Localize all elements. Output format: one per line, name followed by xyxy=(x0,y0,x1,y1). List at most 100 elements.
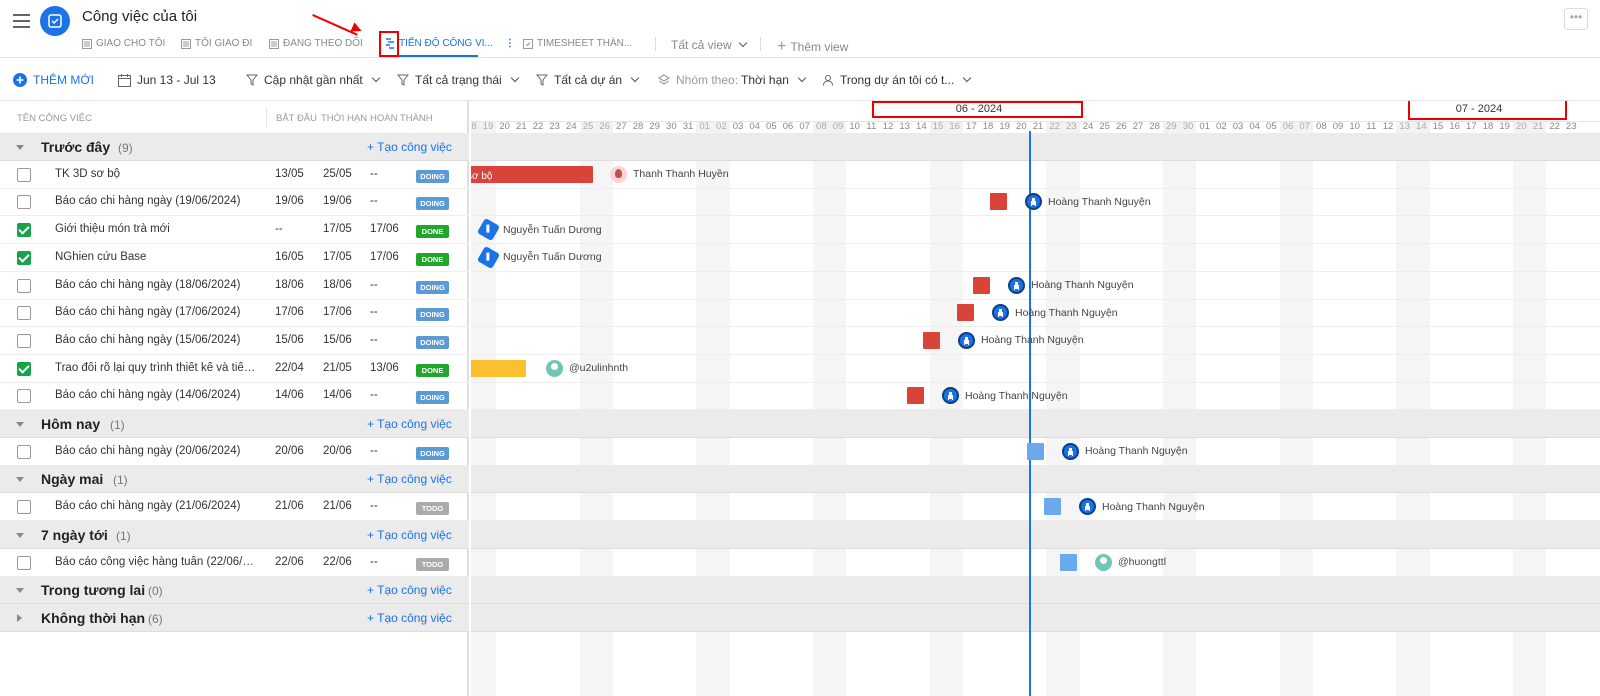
task-checkbox[interactable] xyxy=(17,389,31,404)
chevron-down-icon[interactable] xyxy=(16,532,24,538)
tab-tien-do-cong-viec[interactable]: Tiến độ công vi... ⋮ xyxy=(385,38,515,49)
chevron-right-icon[interactable] xyxy=(17,613,22,622)
chevron-down-icon[interactable] xyxy=(16,588,24,594)
hamburger-menu-icon[interactable] xyxy=(13,14,30,28)
task-row[interactable]: Báo cáo chi hàng ngày (21/06/2024) 21/06 2… xyxy=(0,493,469,522)
avatar-icon xyxy=(1062,442,1079,460)
gantt-assignee[interactable]: Hoàng Thanh Nguyện xyxy=(1062,442,1188,460)
gantt-task-bar[interactable] xyxy=(990,193,1007,211)
create-task-link[interactable]: + Tạo công việc xyxy=(367,528,452,542)
task-name[interactable]: Báo cáo chi hàng ngày (14/06/2024) xyxy=(55,389,257,401)
task-row[interactable]: NGhien cứu Base 16/05 17/05 17/06 DONE xyxy=(0,244,469,272)
gantt-assignee[interactable]: Hoàng Thanh Nguyện xyxy=(1008,276,1134,294)
task-name[interactable]: Báo cáo công việc hàng tuần (22/06/2... xyxy=(55,556,257,568)
day-label: 27 xyxy=(616,121,627,132)
task-checkbox[interactable] xyxy=(17,306,31,321)
task-name[interactable]: Báo cáo chi hàng ngày (17/06/2024) xyxy=(55,306,257,318)
task-checkbox[interactable] xyxy=(17,250,31,265)
task-row[interactable]: Giới thiệu món trà mới -- 17/05 17/06 DONE xyxy=(0,216,469,245)
gantt-task-bar[interactable] xyxy=(1044,498,1061,516)
gantt-task-bar[interactable] xyxy=(907,387,924,405)
task-start-date: 19/06 xyxy=(275,195,304,208)
gantt-task-bar[interactable] xyxy=(1060,553,1077,571)
create-task-link[interactable]: + Tạo công việc xyxy=(367,417,452,431)
task-checkbox[interactable] xyxy=(17,195,31,210)
task-name[interactable]: TK 3D sơ bộ xyxy=(55,168,257,180)
assignee-name: Hoàng Thanh Nguyện xyxy=(1015,306,1118,319)
more-options-button[interactable]: ••• xyxy=(1564,8,1588,30)
task-row[interactable]: Báo cáo chi hàng ngày (20/06/2024) 20/06 2… xyxy=(0,438,469,466)
add-view-button[interactable]: + Thêm view xyxy=(777,38,848,56)
gantt-task-bar[interactable] xyxy=(973,276,990,294)
task-row[interactable]: Báo cáo chi hàng ngày (14/06/2024) 14/06 1… xyxy=(0,382,469,411)
task-checkbox[interactable] xyxy=(17,278,31,293)
task-name[interactable]: Báo cáo chi hàng ngày (21/06/2024) xyxy=(55,500,257,512)
group-by-dropdown[interactable]: Nhóm theo: Thời hạn xyxy=(658,73,807,87)
gantt-assignee[interactable]: Hoàng Thanh Nguyện xyxy=(1025,193,1151,211)
gantt-assignee[interactable]: @huongttl xyxy=(1095,553,1166,571)
gantt-assignee[interactable]: Hoàng Thanh Nguyện xyxy=(942,387,1068,405)
toolbar: THÊM MỚI Jun 13 - Jul 13 Cập nhật gần nh… xyxy=(0,58,1600,101)
task-name[interactable]: Báo cáo chi hàng ngày (20/06/2024) xyxy=(55,445,257,457)
chevron-down-icon[interactable] xyxy=(16,422,24,427)
task-name[interactable]: Báo cáo chi hàng ngày (15/06/2024) xyxy=(55,334,257,346)
task-row[interactable]: Báo cáo công việc hàng tuần (22/06/2... 2… xyxy=(0,549,469,577)
gantt-task-bar[interactable] xyxy=(471,359,526,377)
date-range-picker[interactable]: Jun 13 - Jul 13 xyxy=(118,73,216,87)
project-filter-dropdown[interactable]: Tất cả dự án xyxy=(536,73,640,87)
tab-giao-cho-toi[interactable]: Giao cho tôi xyxy=(82,38,165,49)
gantt-assignee[interactable]: Hoàng Thanh Nguyện xyxy=(958,331,1084,349)
task-checkbox[interactable] xyxy=(17,167,31,182)
chevron-down-icon[interactable] xyxy=(16,145,24,150)
task-checkbox[interactable] xyxy=(17,361,31,376)
gantt-assignee[interactable]: Thanh Thanh Huyền xyxy=(610,165,729,183)
task-checkbox[interactable] xyxy=(17,500,31,515)
create-task-link[interactable]: + Tạo công việc xyxy=(367,472,452,486)
gantt-task-bar[interactable] xyxy=(957,304,974,322)
task-name[interactable]: Giới thiệu món trà mới xyxy=(55,223,257,235)
tab-timesheet[interactable]: Timesheet thàn... xyxy=(523,38,632,49)
day-label: 09 xyxy=(1332,121,1344,132)
task-row[interactable]: Báo cáo chi hàng ngày (15/06/2024) 15/06 1… xyxy=(0,327,469,355)
task-row[interactable]: Báo cáo chi hàng ngày (19/06/2024) 19/06 1… xyxy=(0,188,469,217)
gantt-task-bar[interactable]: sơ bộ xyxy=(471,165,593,183)
create-task-link[interactable]: + Tạo công việc xyxy=(367,140,452,154)
task-row[interactable]: TK 3D sơ bộ 13/05 25/05 -- DOING xyxy=(0,161,469,189)
list-icon xyxy=(181,38,191,49)
chevron-down-icon xyxy=(738,38,747,48)
task-start-date: 20/06 xyxy=(275,444,304,457)
task-checkbox[interactable] xyxy=(17,444,31,459)
group-row: Ngày mai (1) + Tạo công việc xyxy=(0,465,469,494)
task-row[interactable]: Báo cáo chi hàng ngày (18/06/2024) 18/06 1… xyxy=(0,272,469,300)
day-label: 20 xyxy=(499,121,510,132)
task-checkbox[interactable] xyxy=(17,555,31,570)
task-name[interactable]: Báo cáo chi hàng ngày (19/06/2024) xyxy=(55,195,257,207)
chevron-down-icon[interactable] xyxy=(16,477,24,483)
tab-toi-giao-di[interactable]: Tôi giao đi xyxy=(181,38,252,49)
tab-dang-theo-doi[interactable]: Đang theo dõi xyxy=(269,38,363,49)
scope-dropdown[interactable]: Trong dự án tôi có t... xyxy=(822,73,972,87)
task-checkbox[interactable] xyxy=(17,333,31,348)
gantt-task-bar[interactable] xyxy=(1027,442,1044,460)
status-badge: DOING xyxy=(416,335,449,349)
status-filter-dropdown[interactable]: Tất cả trạng thái xyxy=(397,73,519,87)
task-row[interactable]: Trao đổi rõ lại quy trình thiết kế và ti… xyxy=(0,355,469,383)
gantt-assignee[interactable]: Hoàng Thanh Nguyện xyxy=(1079,498,1205,516)
gantt-assignee[interactable]: Nguyễn Tuấn Dương xyxy=(476,217,602,242)
create-task-link[interactable]: + Tạo công việc xyxy=(367,611,452,625)
task-name[interactable]: Báo cáo chi hàng ngày (18/06/2024) xyxy=(55,279,257,291)
gantt-task-bar[interactable] xyxy=(923,331,940,349)
task-name[interactable]: Trao đổi rõ lại quy trình thiết kế và ti… xyxy=(55,362,257,374)
status-badge: DONE xyxy=(416,363,449,377)
create-task-link[interactable]: + Tạo công việc xyxy=(367,583,452,597)
tab-options-icon[interactable]: ⋮ xyxy=(505,38,515,49)
gantt-assignee[interactable]: @u2ulinhnth xyxy=(546,359,628,377)
task-checkbox[interactable] xyxy=(17,223,31,238)
gantt-assignee[interactable]: Hoàng Thanh Nguyện xyxy=(992,304,1118,322)
task-name[interactable]: NGhien cứu Base xyxy=(55,251,257,263)
all-views-dropdown[interactable]: Tất cả view xyxy=(671,38,747,52)
gantt-assignee[interactable]: Nguyễn Tuấn Dương xyxy=(476,245,602,269)
task-row[interactable]: Báo cáo chi hàng ngày (17/06/2024) 17/06 1… xyxy=(0,299,469,328)
sort-dropdown[interactable]: Cập nhật gần nhất xyxy=(246,73,380,87)
add-new-button[interactable]: THÊM MỚI xyxy=(13,73,94,87)
